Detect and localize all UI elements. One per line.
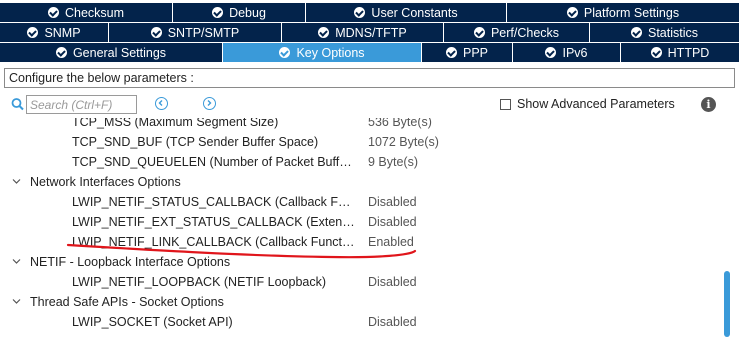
param-name: LWIP_SOCKET (Socket API): [72, 315, 233, 329]
check-icon: [354, 7, 366, 18]
configure-label: Configure the below parameters :: [4, 68, 735, 88]
check-icon: [445, 47, 457, 58]
param-value: Enabled: [368, 235, 414, 249]
param-name: LWIP_NETIF_LINK_CALLBACK (Callback Funct…: [72, 235, 355, 249]
tab-ipv6[interactable]: IPv6: [513, 43, 620, 62]
tree-group[interactable]: Network Interfaces Options: [0, 172, 720, 192]
check-icon: [630, 27, 642, 38]
chevron-down-icon[interactable]: [12, 258, 21, 265]
param-name: TCP_MSS (Maximum Segment Size): [72, 118, 279, 129]
tab-statistics[interactable]: Statistics: [590, 23, 739, 42]
check-icon: [27, 27, 39, 38]
tab-label: IPv6: [562, 45, 588, 60]
check-icon: [212, 7, 224, 18]
tree-row[interactable]: TCP_SND_BUF (TCP Sender Buffer Space) 10…: [0, 132, 720, 152]
param-value: Disabled: [368, 315, 417, 329]
scrollbar-thumb[interactable]: [724, 271, 730, 337]
chevron-right-icon: [207, 100, 212, 106]
tab-snmp[interactable]: SNMP: [0, 23, 108, 42]
check-icon: [473, 27, 485, 38]
check-icon: [47, 7, 59, 18]
show-advanced-parameters-checkbox[interactable]: Show Advanced Parameters: [500, 97, 675, 111]
checkbox[interactable]: [500, 98, 511, 110]
tab-ppp[interactable]: PPP: [422, 43, 512, 62]
tree-row[interactable]: LWIP_SOCKET (Socket API) Disabled: [0, 312, 720, 332]
tab-mdns-tftp[interactable]: MDNS/TFTP: [282, 23, 443, 42]
tab-debug[interactable]: Debug: [173, 3, 305, 22]
group-name: Thread Safe APIs - Socket Options: [30, 295, 224, 309]
search-next-button[interactable]: [203, 97, 216, 110]
tab-httpd[interactable]: HTTPD: [621, 43, 739, 62]
param-value: 9 Byte(s): [368, 155, 419, 169]
param-value: Disabled: [368, 195, 417, 209]
tree-row[interactable]: TCP_MSS (Maximum Segment Size) 536 Byte(…: [0, 118, 720, 132]
tab-label: SNMP: [44, 25, 81, 40]
tree-row[interactable]: TCP_SND_QUEUELEN (Number of Packet Buff……: [0, 152, 720, 172]
tab-key-options[interactable]: Key Options: [223, 43, 421, 62]
check-icon: [545, 47, 557, 58]
tree-group[interactable]: NETIF - Loopback Interface Options: [0, 252, 720, 272]
param-value: Disabled: [368, 275, 417, 289]
param-name: LWIP_NETIF_LOOPBACK (NETIF Loopback): [72, 275, 327, 289]
tab-label: Platform Settings: [583, 5, 680, 20]
tab-bar: Checksum Debug User Constants Platform S…: [0, 0, 739, 66]
parameter-tree: TCP_MSS (Maximum Segment Size) 536 Byte(…: [0, 118, 720, 345]
param-name: LWIP_NETIF_EXT_STATUS_CALLBACK (Exten…: [72, 215, 355, 229]
param-name: LWIP_NETIF_STATUS_CALLBACK (Callback F…: [72, 195, 351, 209]
chevron-down-icon[interactable]: [12, 178, 21, 185]
tab-label: Perf/Checks: [490, 25, 560, 40]
param-name: TCP_SND_BUF (TCP Sender Buffer Space): [72, 135, 319, 149]
tab-label: Debug: [229, 5, 266, 20]
tab-label: User Constants: [371, 5, 458, 20]
search-previous-button[interactable]: [155, 97, 168, 110]
search-input[interactable]: [26, 95, 137, 114]
param-value: 1072 Byte(s): [368, 135, 439, 149]
tab-label: SNTP/SMTP: [167, 25, 240, 40]
tab-user-constants[interactable]: User Constants: [306, 3, 506, 22]
tab-label: PPP: [462, 45, 488, 60]
param-value: Disabled: [368, 215, 417, 229]
group-name: Network Interfaces Options: [30, 175, 181, 189]
check-icon: [55, 47, 67, 58]
show-advanced-label: Show Advanced Parameters: [517, 97, 675, 111]
chevron-left-icon: [158, 100, 163, 106]
tree-row[interactable]: LWIP_NETIF_STATUS_CALLBACK (Callback F… …: [0, 192, 720, 212]
tree-row[interactable]: LWIP_NETIF_LINK_CALLBACK (Callback Funct…: [0, 232, 720, 252]
tab-label: MDNS/TFTP: [335, 25, 407, 40]
group-name: NETIF - Loopback Interface Options: [30, 255, 231, 269]
check-icon: [650, 47, 662, 58]
check-icon: [566, 7, 578, 18]
tab-perf-checks[interactable]: Perf/Checks: [444, 23, 589, 42]
param-value: 536 Byte(s): [368, 118, 432, 129]
toolbar: Show Advanced Parameters i: [0, 92, 739, 118]
tab-platform-settings[interactable]: Platform Settings: [507, 3, 739, 22]
info-icon[interactable]: i: [701, 97, 716, 112]
param-name: TCP_SND_QUEUELEN (Number of Packet Buff…: [72, 155, 352, 169]
tree-group[interactable]: Thread Safe APIs - Socket Options: [0, 292, 720, 312]
tree-row[interactable]: LWIP_NETIF_EXT_STATUS_CALLBACK (Exten… D…: [0, 212, 720, 232]
tab-label: Statistics: [647, 25, 698, 40]
chevron-down-icon[interactable]: [12, 298, 21, 305]
tab-label: Checksum: [64, 5, 125, 20]
tree-row[interactable]: LWIP_NETIF_LOOPBACK (NETIF Loopback) Dis…: [0, 272, 720, 292]
check-icon: [150, 27, 162, 38]
tab-label: HTTPD: [667, 45, 710, 60]
check-icon: [279, 47, 291, 58]
search-icon[interactable]: [11, 96, 25, 112]
check-icon: [318, 27, 330, 38]
tab-label: General Settings: [72, 45, 167, 60]
tab-label: Key Options: [296, 45, 365, 60]
tab-general-settings[interactable]: General Settings: [0, 43, 222, 62]
vertical-scrollbar[interactable]: [721, 118, 735, 345]
tab-checksum[interactable]: Checksum: [0, 3, 172, 22]
tab-sntp-smtp[interactable]: SNTP/SMTP: [109, 23, 281, 42]
